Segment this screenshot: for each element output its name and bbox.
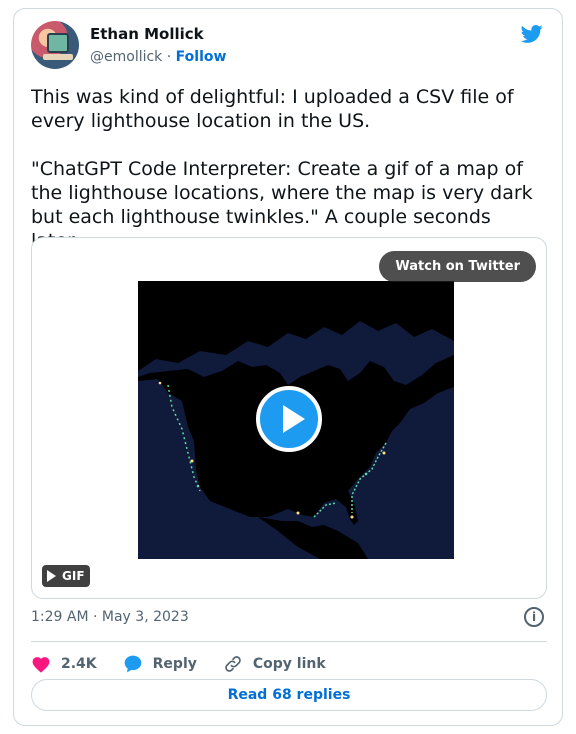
link-icon [225,656,241,672]
tweet-paragraph: This was kind of delightful: I uploaded … [31,86,514,132]
like-button[interactable]: 2.4K [31,655,97,673]
media-container[interactable]: Watch on Twitter GIF [31,237,547,599]
gif-badge[interactable]: GIF [42,565,90,587]
gif-label: GIF [62,569,85,583]
author-name[interactable]: Ethan Mollick [90,25,204,43]
follow-link[interactable]: Follow [176,49,227,65]
reply-button[interactable]: Reply [123,654,197,674]
tweet-actions: 2.4K Reply Copy link [31,649,352,679]
copy-link-label: Copy link [252,656,326,672]
play-icon[interactable] [256,386,322,452]
like-count: 2.4K [61,656,97,672]
author-handle[interactable]: @emollick [90,49,162,65]
tweet-timestamp[interactable]: 1:29 AM · May 3, 2023 [31,609,189,625]
tweet-card: Ethan Mollick @emollick · Follow This wa… [13,8,563,726]
author-handle-line: @emollick · Follow [90,49,226,65]
separator: · [166,49,172,65]
read-replies-button[interactable]: Read 68 replies [31,679,547,711]
copy-link-button[interactable]: Copy link [223,654,326,674]
reply-bubble-icon [124,655,141,673]
heart-icon [32,657,50,673]
gif-play-icon [47,570,56,582]
twitter-bird-icon[interactable] [520,23,544,45]
info-icon[interactable]: i [524,607,544,627]
reply-label: Reply [152,656,197,672]
avatar[interactable] [31,21,79,69]
divider [31,641,547,642]
watch-on-twitter-button[interactable]: Watch on Twitter [379,251,536,282]
avatar-illustration [47,33,69,53]
